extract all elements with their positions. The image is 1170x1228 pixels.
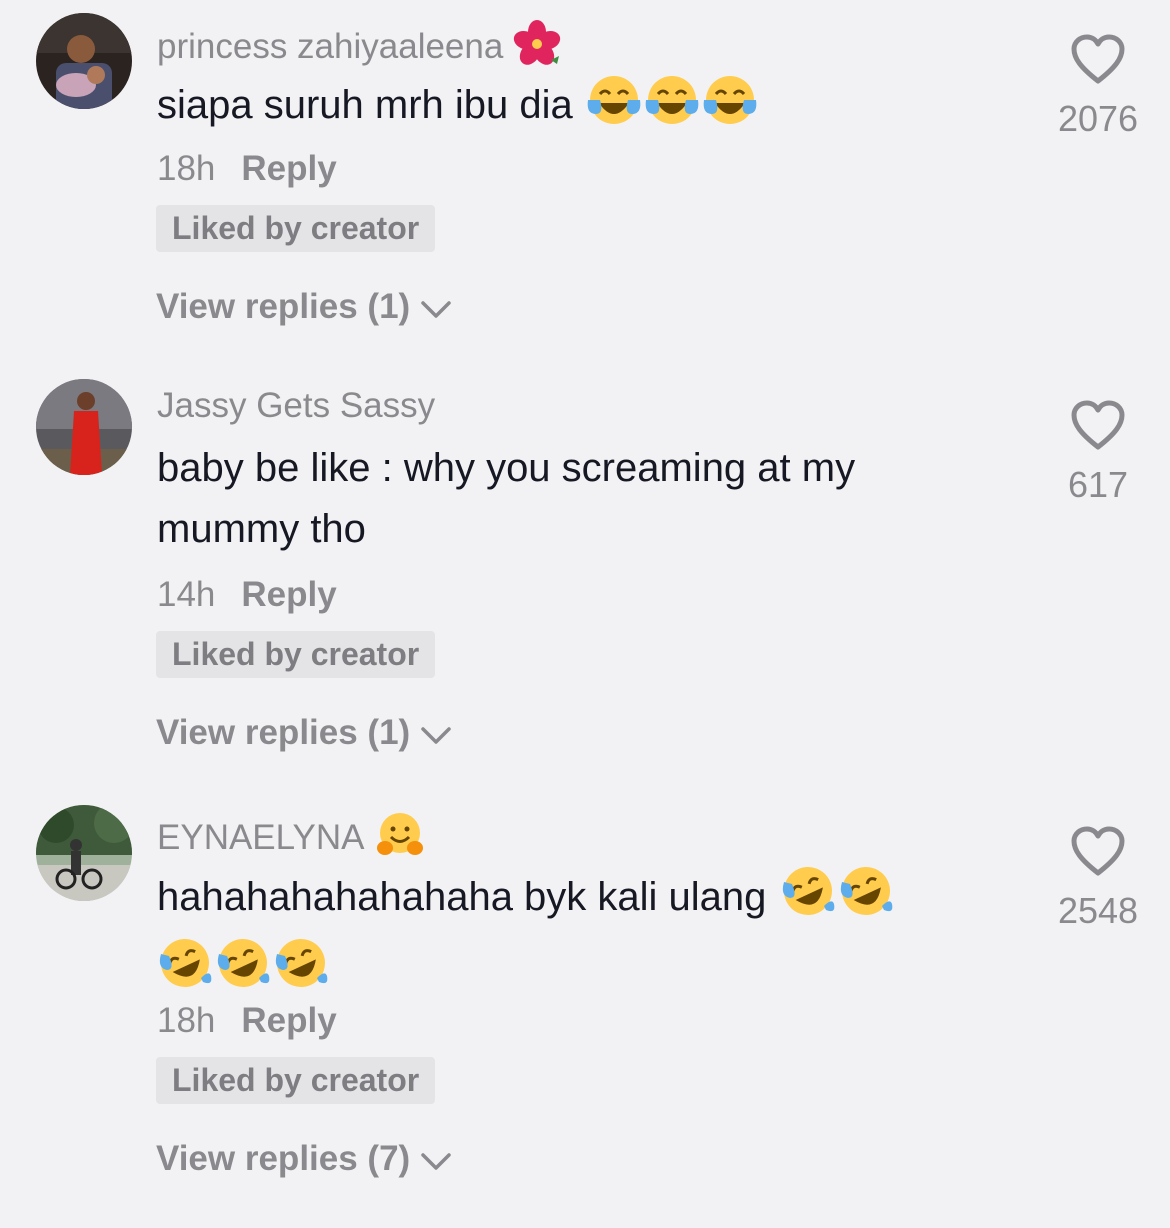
username-text: princess zahiyaaleena (157, 26, 504, 66)
view-replies-label: View replies (1) (156, 287, 411, 326)
comment-text: siapa suruh mrh ibu dia (157, 74, 977, 144)
comment-timestamp: 18h (157, 1001, 216, 1040)
comment-item: princess zahiyaaleena siapa suruh mrh ib… (0, 0, 1170, 360)
hugging-face-icon (375, 810, 425, 869)
comment-username[interactable]: EYNAELYNA (157, 810, 425, 869)
comment-text-line: mummy tho (157, 507, 366, 551)
avatar[interactable] (36, 805, 132, 901)
view-replies-label: View replies (1) (156, 713, 411, 752)
chevron-down-icon (420, 1141, 452, 1181)
username-text: EYNAELYNA (157, 817, 365, 857)
rofl-icon (157, 936, 213, 1008)
avatar[interactable] (36, 13, 132, 109)
like-count: 2548 (1057, 890, 1139, 931)
heart-icon[interactable] (1040, 826, 1156, 883)
comment-text: baby be like : why you screaming at my m… (157, 438, 977, 560)
view-replies-button[interactable]: View replies (7) (156, 1139, 452, 1181)
comment-text-body: hahahahahahahaha byk kali ulang (157, 875, 767, 919)
heart-icon[interactable] (1040, 400, 1156, 457)
comment-text: hahahahahahahaha byk kali ulang (157, 864, 977, 1008)
comment-text-line: baby be like : why you screaming at my (157, 446, 856, 490)
like-column: 2548 (1040, 826, 1156, 931)
comment-text-body: siapa suruh mrh ibu dia (157, 83, 573, 127)
like-count: 2076 (1057, 98, 1139, 139)
comment-username[interactable]: Jassy Gets Sassy (157, 386, 435, 426)
tears-of-joy-icon (644, 74, 700, 144)
rofl-icon (273, 936, 329, 1008)
reply-button[interactable]: Reply (241, 1001, 336, 1040)
rofl-icon (838, 864, 894, 936)
chevron-down-icon (420, 289, 452, 329)
comment-timestamp: 14h (157, 575, 216, 614)
hibiscus-icon (513, 20, 561, 77)
like-column: 2076 (1040, 34, 1156, 139)
liked-by-creator-badge: Liked by creator (156, 631, 436, 678)
view-replies-label: View replies (7) (156, 1139, 411, 1178)
reply-button[interactable]: Reply (241, 575, 336, 614)
comment-meta: 18h Reply (157, 1001, 337, 1041)
like-column: 617 (1040, 400, 1156, 505)
comment-meta: 18h Reply (157, 149, 337, 189)
tears-of-joy-icon (702, 74, 758, 144)
comments-list: princess zahiyaaleena siapa suruh mrh ib… (0, 0, 1170, 1228)
chevron-down-icon (420, 715, 452, 755)
reply-button[interactable]: Reply (241, 149, 336, 188)
rofl-icon (780, 864, 836, 936)
tears-of-joy-icon (586, 74, 642, 144)
like-count: 617 (1067, 464, 1129, 505)
view-replies-button[interactable]: View replies (1) (156, 713, 452, 755)
liked-by-creator-badge: Liked by creator (156, 205, 436, 252)
rofl-icon (215, 936, 271, 1008)
comment-meta: 14h Reply (157, 575, 337, 615)
comment-username[interactable]: princess zahiyaaleena (157, 20, 561, 77)
liked-by-creator-badge: Liked by creator (156, 1057, 436, 1104)
heart-icon[interactable] (1040, 34, 1156, 91)
avatar[interactable] (36, 379, 132, 475)
view-replies-button[interactable]: View replies (1) (156, 287, 452, 329)
comment-timestamp: 18h (157, 149, 216, 188)
